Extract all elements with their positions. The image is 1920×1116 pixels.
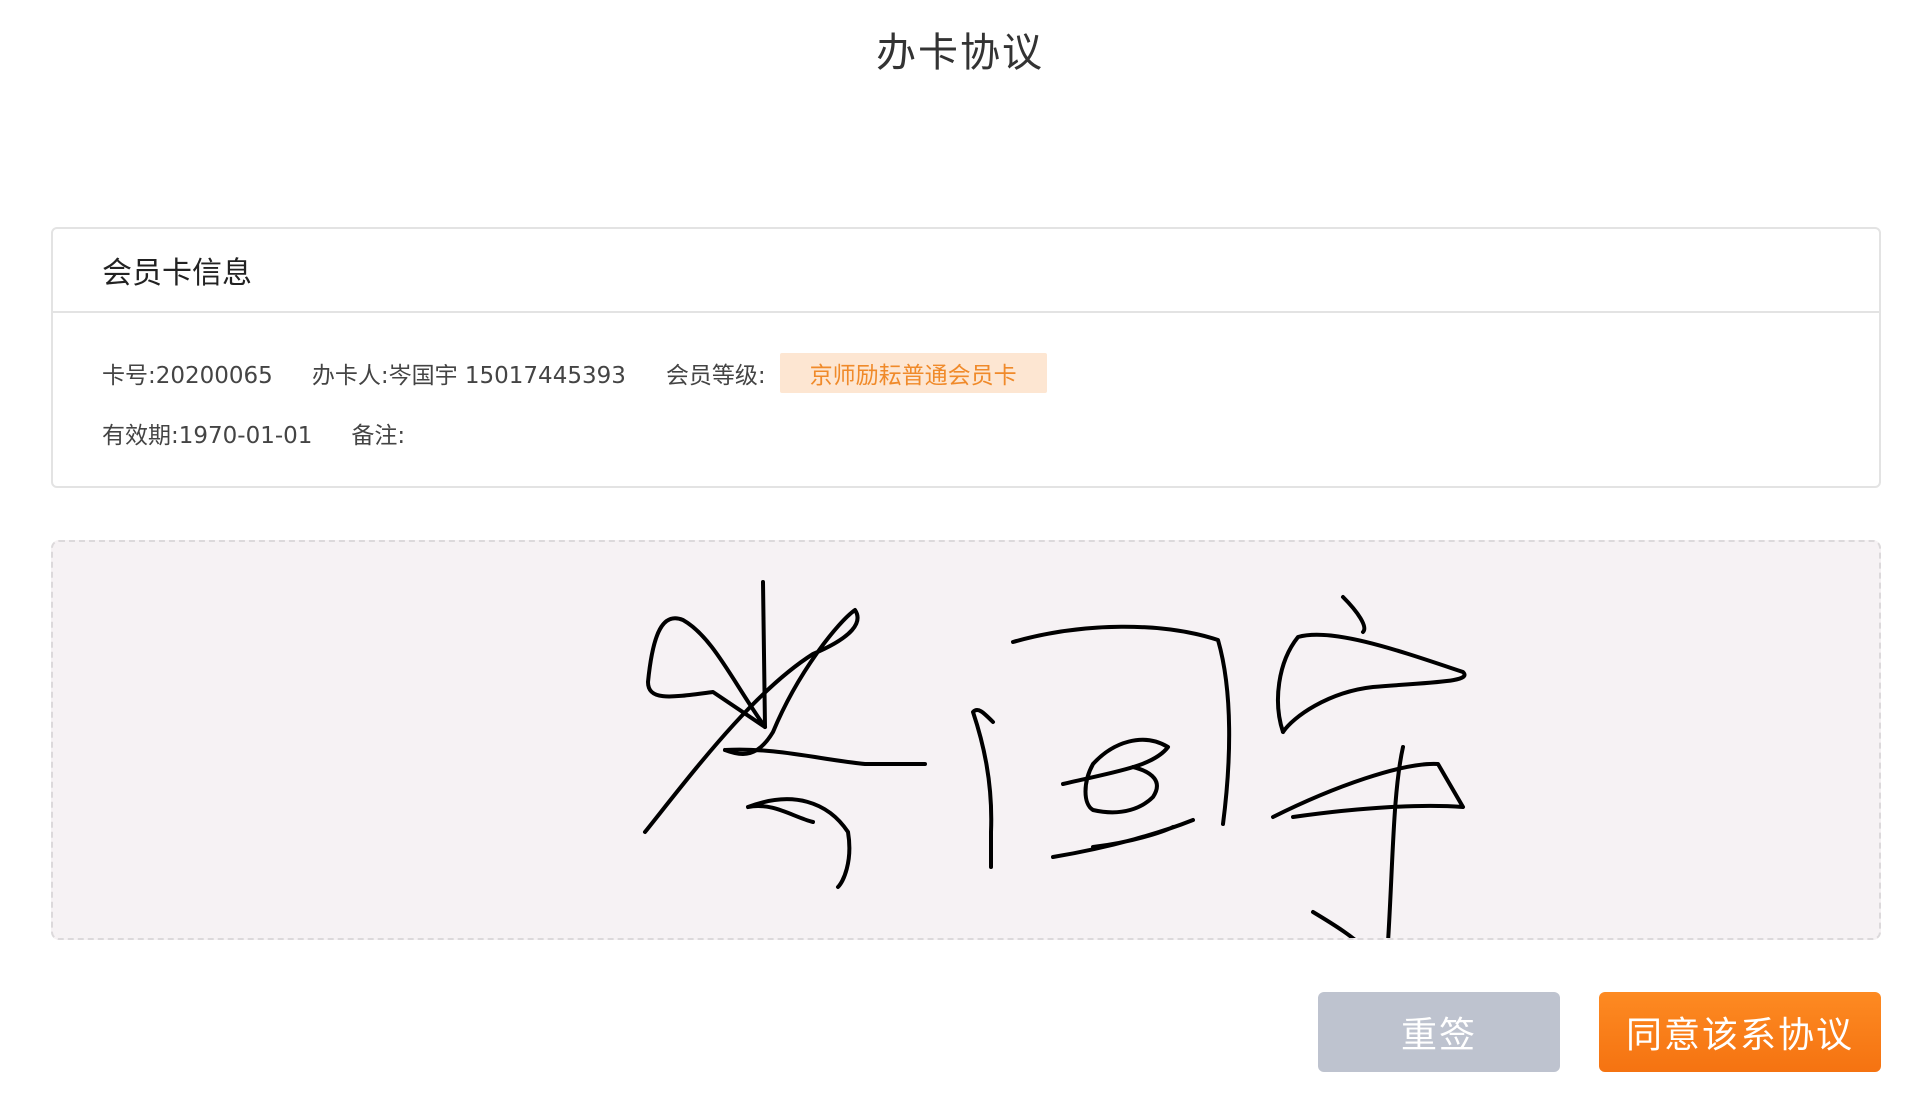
- resign-button[interactable]: 重签: [1318, 992, 1560, 1072]
- info-row-1: 卡号:20200065 办卡人:岑国宇 15017445393 会员等级: 京师…: [102, 353, 1879, 393]
- agreement-page: 办卡协议 会员卡信息 卡号:20200065 办卡人:岑国宇 150174453…: [0, 0, 1920, 1116]
- info-card-header: 会员卡信息: [53, 229, 1879, 313]
- signature-pad[interactable]: [51, 540, 1881, 940]
- agree-agreement-button[interactable]: 同意该系协议: [1599, 992, 1881, 1072]
- page-title: 办卡协议: [876, 30, 1044, 76]
- section-title: 会员卡信息: [102, 256, 252, 291]
- card-number: 卡号:20200065: [102, 363, 273, 389]
- member-card-info-panel: 会员卡信息 卡号:20200065 办卡人:岑国宇 15017445393 会员…: [51, 227, 1881, 488]
- card-holder: 办卡人:岑国宇 15017445393: [311, 363, 626, 389]
- member-level-badge: 京师励耘普通会员卡: [779, 353, 1047, 393]
- info-row-2: 有效期:1970-01-01 备注:: [102, 413, 1879, 453]
- member-level-label: 会员等级:: [665, 363, 766, 389]
- valid-until: 有效期:1970-01-01: [102, 423, 313, 449]
- remark: 备注:: [351, 423, 406, 449]
- handwritten-signature: [643, 580, 1467, 938]
- info-card-body: 卡号:20200065 办卡人:岑国宇 15017445393 会员等级: 京师…: [53, 313, 1879, 453]
